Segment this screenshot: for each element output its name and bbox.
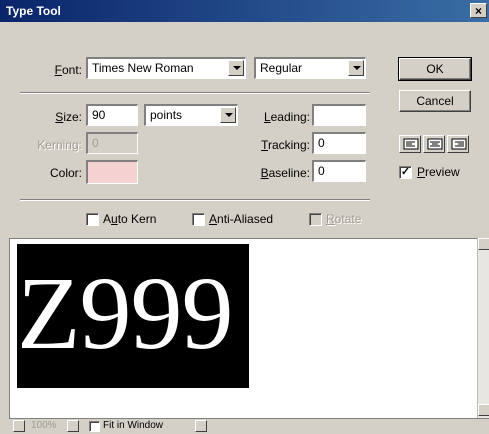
status-bar: 100% Fit in Window (9, 418, 489, 434)
font-family-select[interactable]: Times New Roman (86, 57, 246, 79)
anti-aliased-label[interactable]: Anti-Aliased (209, 212, 273, 226)
font-label: Font: (54, 63, 82, 77)
preview-checkbox[interactable]: ✓ (399, 166, 412, 179)
ok-button[interactable]: OK (398, 57, 472, 81)
size-units-value: points (150, 108, 183, 122)
type-tool-dialog: Type Tool × Font: Times New Roman Regula… (0, 0, 489, 434)
tracking-input[interactable]: 0 (312, 132, 366, 154)
preview-area: Z999 (9, 238, 479, 418)
checkmark-icon: ✓ (400, 166, 411, 178)
auto-kern-label[interactable]: Auto Kern (103, 212, 156, 226)
zoom-in-button[interactable] (13, 420, 25, 432)
baseline-input[interactable]: 0 (312, 160, 366, 182)
kerning-label: Kerning: (37, 138, 82, 152)
rotate-checkbox (309, 213, 322, 226)
vertical-scrollbar[interactable] (477, 238, 489, 418)
align-center-button[interactable] (423, 135, 445, 153)
close-button[interactable]: × (470, 3, 487, 18)
scroll-down-button[interactable] (478, 404, 489, 416)
color-label: Color: (49, 166, 82, 180)
close-icon: × (474, 4, 482, 18)
preview-checkbox-label[interactable]: Preview (417, 165, 460, 179)
kerning-input: 0 (86, 132, 138, 154)
scroll-left-button[interactable] (195, 420, 207, 432)
preview-text: Z999 (17, 256, 234, 371)
leading-input[interactable] (312, 104, 366, 126)
auto-kern-checkbox[interactable] (86, 213, 99, 226)
leading-label: Leading: (263, 110, 310, 124)
cancel-button[interactable]: Cancel (399, 90, 471, 112)
preview-canvas: Z999 (17, 244, 249, 388)
font-style-value: Regular (260, 61, 303, 75)
size-units-select[interactable]: points (144, 104, 238, 126)
chevron-down-icon[interactable] (220, 107, 236, 123)
anti-aliased-checkbox[interactable] (192, 213, 205, 226)
color-swatch[interactable] (86, 160, 138, 184)
align-left-button[interactable] (399, 135, 421, 153)
chevron-down-icon[interactable] (348, 60, 364, 76)
size-input[interactable]: 90 (86, 104, 138, 126)
scroll-up-button[interactable] (478, 238, 489, 250)
font-style-select[interactable]: Regular (254, 57, 366, 79)
align-right-icon (451, 138, 467, 150)
rotate-label: Rotate (326, 212, 362, 226)
tracking-label: Tracking: (261, 138, 310, 152)
zoom-out-button[interactable] (67, 420, 79, 432)
align-right-button[interactable] (447, 135, 469, 153)
fit-in-window-label[interactable]: Fit in Window (103, 420, 163, 431)
font-family-value: Times New Roman (92, 61, 194, 75)
size-label: Size: (55, 110, 82, 124)
separator-top (20, 92, 370, 94)
align-center-icon (427, 138, 443, 150)
window-title: Type Tool (6, 4, 61, 18)
align-left-icon (403, 138, 419, 150)
title-bar: Type Tool × (0, 0, 489, 22)
chevron-down-icon[interactable] (228, 60, 244, 76)
zoom-level: 100% (31, 420, 57, 431)
fit-in-window-checkbox[interactable] (89, 421, 100, 432)
baseline-label: Baseline: (260, 166, 310, 180)
separator-bottom (20, 199, 370, 201)
